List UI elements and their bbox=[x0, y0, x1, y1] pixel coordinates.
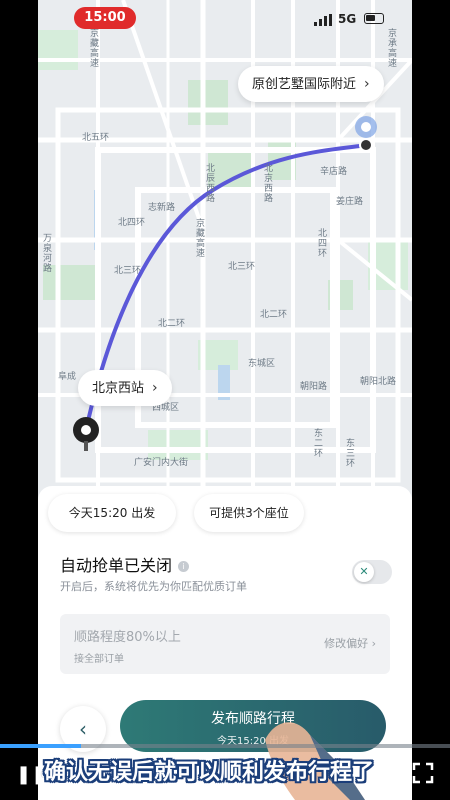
map-label: 京藏高速 bbox=[196, 219, 206, 259]
auto-accept-description: 开启后，系统将优先为你匹配优质订单 bbox=[60, 580, 247, 593]
battery-icon bbox=[364, 13, 384, 24]
preference-subtitle: 接全部订单 bbox=[74, 654, 124, 665]
map-label: 朝阳路 bbox=[300, 382, 328, 392]
status-time: 15:00 bbox=[74, 7, 136, 29]
map-label: 北四环 bbox=[318, 229, 328, 259]
auto-accept-toggle[interactable]: ✕ bbox=[352, 560, 392, 584]
seats-chip[interactable]: 可提供3个座位 bbox=[194, 494, 304, 532]
route-map[interactable]: 北五环 志新路 北四环 北三环 北三环 北二环 北二环 东城区 朝阳路 朝阳北路… bbox=[38, 0, 412, 500]
map-label: 朝阳北路 bbox=[360, 377, 397, 387]
video-progress-fill bbox=[0, 744, 81, 748]
map-label: 京承高速 bbox=[388, 29, 398, 69]
preference-title: 顺路程度80%以上 bbox=[74, 630, 181, 645]
map-label: 北二环 bbox=[260, 310, 288, 320]
map-label: 东三环 bbox=[346, 439, 356, 469]
seats-label: 可提供3个座位 bbox=[209, 506, 289, 520]
end-location-label: 原创艺墅国际附近 bbox=[252, 77, 357, 92]
depart-time-label: 今天15:20 出发 bbox=[68, 506, 156, 520]
route-preference-card[interactable]: 顺路程度80%以上 接全部订单 修改偏好 › bbox=[60, 614, 390, 674]
chevron-left-icon: ‹ bbox=[79, 717, 87, 741]
chevron-right-icon: › bbox=[364, 76, 370, 92]
map-label: 北辰西路 bbox=[206, 164, 216, 204]
map-label: 北三环 bbox=[114, 266, 142, 276]
map-label: 北二环 bbox=[158, 319, 186, 329]
network-type: 5G bbox=[338, 12, 357, 26]
map-label: 姜庄路 bbox=[336, 197, 364, 207]
app-screen: 北五环 志新路 北四环 北三环 北三环 北二环 北二环 东城区 朝阳路 朝阳北路… bbox=[38, 0, 412, 800]
auto-accept-title: 自动抢单已关闭 bbox=[60, 556, 173, 575]
chevron-right-icon: › bbox=[371, 637, 376, 650]
status-bar: 15:00 5G bbox=[38, 0, 412, 34]
map-label: 东二环 bbox=[314, 429, 324, 459]
video-subtitle: 确认无误后就可以顺利发布行程了 bbox=[44, 760, 375, 785]
map-label: 广安门内大街 bbox=[134, 458, 189, 468]
map-label: 万泉河路 bbox=[43, 234, 53, 274]
map-label: 北京西路 bbox=[264, 164, 274, 204]
chevron-right-icon: › bbox=[152, 380, 158, 396]
map-label: 辛店路 bbox=[320, 167, 348, 177]
map-label: 京藏高速 bbox=[90, 29, 100, 69]
map-label: 北五环 bbox=[82, 133, 110, 143]
map-label: 北三环 bbox=[228, 262, 256, 272]
map-label: 北四环 bbox=[118, 218, 146, 228]
video-player-bar: ❚❚ 00:06 确认无误后就可以顺利发布行程了 bbox=[0, 740, 450, 800]
close-icon: ✕ bbox=[354, 562, 374, 582]
modify-preference-link[interactable]: 修改偏好 › bbox=[324, 635, 376, 651]
map-label: 志新路 bbox=[148, 203, 176, 213]
depart-time-chip[interactable]: 今天15:20 出发 bbox=[48, 494, 176, 532]
map-label: 阜成 bbox=[58, 372, 77, 382]
map-label: 东城区 bbox=[248, 359, 276, 369]
end-location-bubble[interactable]: 原创艺墅国际附近 › bbox=[238, 66, 384, 102]
auto-accept-title-row: 自动抢单已关闭 i bbox=[60, 552, 190, 576]
start-location-bubble[interactable]: 北京西站 › bbox=[78, 370, 172, 406]
video-progress-track[interactable] bbox=[0, 744, 450, 748]
signal-icon bbox=[314, 14, 332, 26]
fullscreen-icon[interactable] bbox=[412, 762, 434, 784]
start-location-label: 北京西站 bbox=[92, 381, 145, 396]
info-icon[interactable]: i bbox=[178, 561, 190, 572]
